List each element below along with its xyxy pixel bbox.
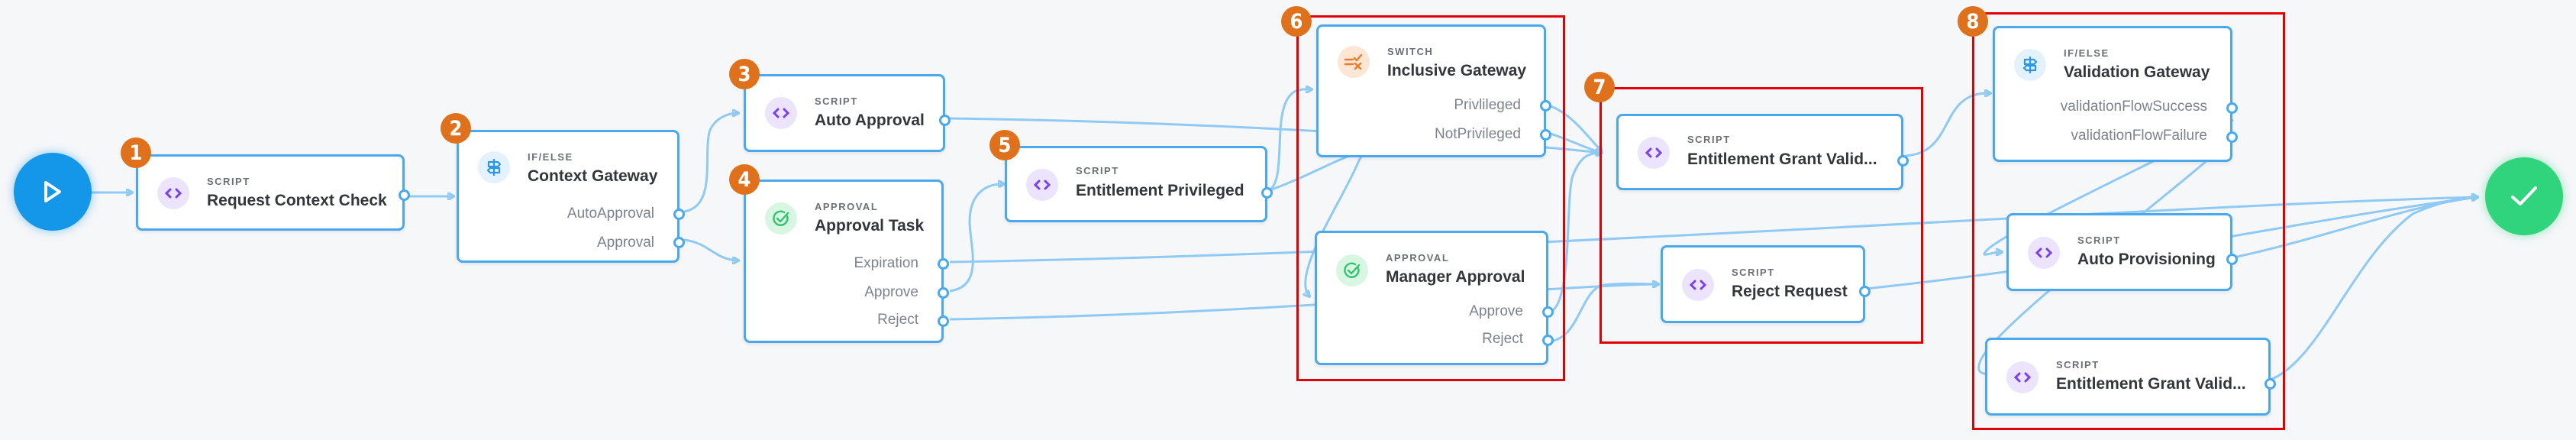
node-request-context-check[interactable]: SCRIPT Request Context Check	[136, 154, 410, 231]
node-validation-gateway[interactable]: IF/ELSE Validation Gateway validationFlo…	[1993, 26, 2238, 162]
output-port[interactable]	[1897, 155, 1909, 167]
output-port[interactable]	[1261, 187, 1273, 199]
step-badge-4: 4	[729, 164, 760, 195]
port-label-reject: Reject	[877, 312, 918, 328]
port-label-notprivileged: NotPrivileged	[1435, 126, 1521, 142]
port-label-privileged: Privlileged	[1454, 97, 1521, 113]
step-badge-2: 2	[441, 113, 471, 144]
port-label-expiration: Expiration	[854, 255, 919, 271]
code-icon	[1682, 269, 1714, 301]
node-title: Auto Approval	[815, 112, 925, 129]
port-label-approve: Approve	[864, 284, 918, 300]
port-label-validation-success: validationFlowSuccess	[2060, 99, 2207, 115]
node-title: Reject Request	[1732, 283, 1848, 300]
node-type-label: SCRIPT	[815, 95, 858, 107]
port-notprivileged[interactable]	[1540, 129, 1551, 141]
output-port[interactable]	[399, 189, 410, 201]
node-entitlement-grant-validation[interactable]: SCRIPT Entitlement Grant Valid...	[1616, 114, 1909, 190]
node-title: Auto Provisioning	[2077, 251, 2216, 268]
node-type-label: SCRIPT	[207, 176, 250, 187]
signpost-icon	[478, 151, 510, 183]
check-circle-icon	[1336, 254, 1368, 286]
output-port[interactable]	[2226, 254, 2238, 265]
switch-icon	[1338, 46, 1370, 78]
code-icon	[765, 97, 797, 129]
port-privileged[interactable]	[1540, 100, 1551, 112]
node-manager-approval[interactable]: APPROVAL Manager Approval Approve Reject	[1315, 231, 1554, 365]
port-validation-success[interactable]	[2226, 102, 2238, 114]
node-reject-request[interactable]: SCRIPT Reject Request	[1661, 245, 1871, 323]
code-icon	[1026, 169, 1058, 201]
node-entitlement-privileged[interactable]: SCRIPT Entitlement Privileged	[1005, 146, 1273, 222]
port-label-approval: Approval	[597, 235, 654, 251]
code-icon	[1638, 137, 1670, 169]
node-auto-provisioning[interactable]: SCRIPT Auto Provisioning	[2006, 213, 2238, 291]
node-title: Entitlement Grant Valid...	[1687, 150, 1877, 168]
edge-approve-to-entitlement-privileged	[949, 184, 1004, 293]
port-manager-approve[interactable]	[1542, 306, 1554, 318]
node-inclusive-gateway[interactable]: SWITCH Inclusive Gateway Privlileged Not…	[1316, 24, 1551, 157]
signpost-icon	[2014, 49, 2046, 81]
node-type-label: IF/ELSE	[2064, 47, 2110, 59]
node-approval-task[interactable]: APPROVAL Approval Task Expiration Approv…	[744, 180, 949, 343]
end-node[interactable]	[2485, 157, 2563, 235]
port-label-validation-failure: validationFlowFailure	[2071, 128, 2207, 144]
workflow-canvas[interactable]: 1 SCRIPT Request Context Check 2 IF/ELSE…	[0, 0, 2576, 440]
step-badge-6: 6	[1281, 6, 1312, 37]
edge-entitlement-grant-2-to-end	[2270, 197, 2478, 381]
node-type-label: SCRIPT	[2056, 359, 2100, 370]
node-entitlement-grant-validation-2[interactable]: SCRIPT Entitlement Grant Valid...	[1985, 338, 2276, 416]
port-reject[interactable]	[938, 315, 949, 327]
step-badge-8: 8	[1958, 6, 1988, 37]
node-type-label: SCRIPT	[1732, 267, 1775, 278]
node-context-gateway[interactable]: IF/ELSE Context Gateway AutoApproval App…	[457, 130, 685, 263]
port-validation-failure[interactable]	[2226, 131, 2238, 143]
step-badge-5: 5	[989, 130, 1020, 160]
node-title: Manager Approval	[1386, 268, 1525, 286]
port-manager-reject[interactable]	[1542, 335, 1554, 346]
node-type-label: SCRIPT	[1076, 165, 1119, 176]
node-type-label: APPROVAL	[815, 201, 879, 212]
port-approve[interactable]	[938, 287, 949, 299]
code-icon	[157, 177, 189, 209]
step-badge-1: 1	[121, 138, 151, 168]
step-badge-7: 7	[1584, 72, 1615, 102]
node-title: Approval Task	[815, 217, 925, 235]
port-label-autoapproval: AutoApproval	[567, 205, 654, 222]
node-type-label: IF/ELSE	[528, 151, 573, 163]
output-port[interactable]	[1859, 286, 1871, 297]
port-label-manager-approve: Approve	[1469, 303, 1523, 319]
port-autoapproval[interactable]	[673, 209, 685, 220]
node-title: Context Gateway	[528, 167, 658, 185]
node-title: Inclusive Gateway	[1387, 62, 1527, 79]
play-icon	[44, 181, 61, 202]
port-expiration[interactable]	[938, 258, 949, 270]
port-label-manager-reject: Reject	[1482, 331, 1523, 347]
node-title: Entitlement Grant Valid...	[2056, 375, 2246, 393]
node-title: Entitlement Privileged	[1076, 182, 1244, 199]
code-icon	[2006, 361, 2039, 393]
check-circle-icon	[765, 202, 797, 235]
code-icon	[2028, 237, 2060, 269]
edge-approval-to-approval-task	[683, 238, 738, 260]
output-port[interactable]	[939, 115, 951, 126]
node-type-label: SWITCH	[1387, 46, 1434, 57]
node-title: Request Context Check	[207, 192, 387, 209]
edge-autoapproval-to-auto-approval	[683, 113, 738, 213]
node-auto-approval[interactable]: SCRIPT Auto Approval	[744, 74, 951, 152]
node-title: Validation Gateway	[2064, 63, 2210, 81]
node-type-label: SCRIPT	[1687, 134, 1731, 145]
node-type-label: APPROVAL	[1386, 252, 1450, 264]
start-node[interactable]	[14, 153, 92, 231]
port-approval[interactable]	[673, 237, 685, 248]
checkmark-icon	[2511, 186, 2537, 205]
output-port[interactable]	[2264, 378, 2276, 390]
node-type-label: SCRIPT	[2077, 235, 2121, 246]
step-badge-3: 3	[729, 59, 760, 89]
